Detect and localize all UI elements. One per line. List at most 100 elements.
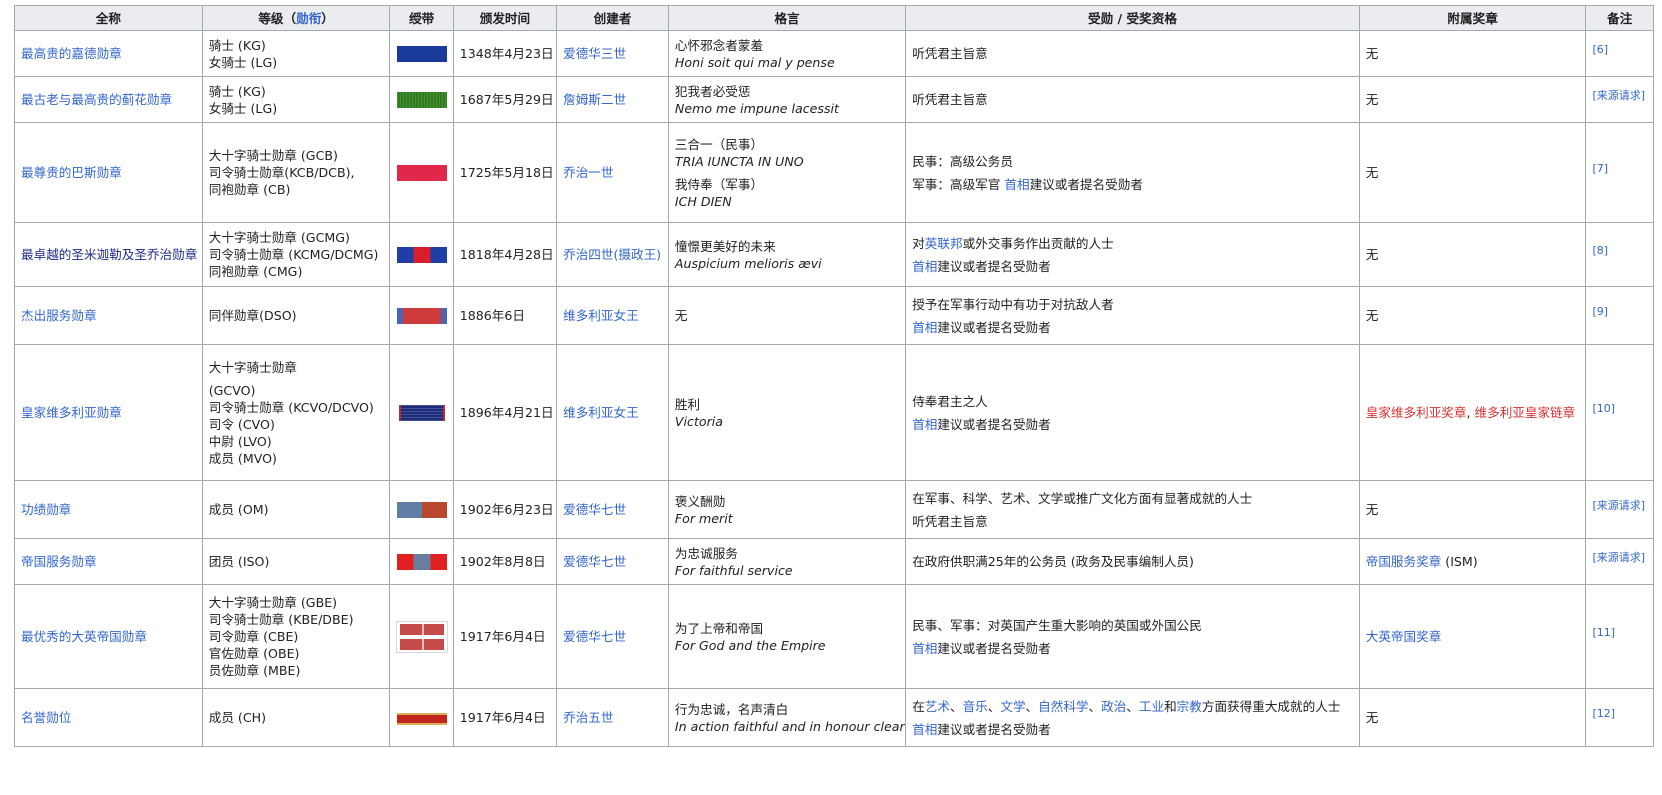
natural-science-link[interactable]: 自然科学 <box>1038 699 1088 714</box>
table-row: 最优秀的大英帝国勋章 大十字骑士勋章 (GBE) 司令骑士勋章 (KBE/DBE… <box>14 584 1654 689</box>
smsg-ribbon-image[interactable] <box>396 247 447 264</box>
eligibility-text: 或外交事务作出贡献的人士 <box>962 235 1114 251</box>
politics-link[interactable]: 政治 <box>1101 699 1126 714</box>
grade-item: 员佐勋章 (MBE) <box>208 663 301 678</box>
reference-note[interactable]: [来源请求] <box>1592 551 1645 564</box>
eligibility-text: 授予在军事行动中有功于对抗敌人者 <box>912 296 1114 312</box>
founder-link[interactable]: 乔治五世 <box>563 710 613 725</box>
prime-minister-link[interactable]: 首相 <box>912 722 937 737</box>
order-name-link[interactable]: 最卓越的圣米迦勒及圣乔治勋章 <box>21 247 197 262</box>
grade-item: 司令勋章 (CBE) <box>208 629 299 644</box>
industry-link[interactable]: 工业 <box>1139 699 1164 714</box>
reference-note[interactable]: [来源请求] <box>1592 89 1645 102</box>
founding-date: 1902年6月23日 <box>452 480 558 539</box>
eligibility-line: 在艺术、音乐、文学、自然科学、政治、工业和宗教方面获得重大成就的人士 <box>912 698 1353 715</box>
thistle-ribbon-image[interactable] <box>396 92 447 109</box>
eligibility-text: 在军事、科学、艺术、文学或推广文化方面有显著成就的人士 <box>912 490 1253 506</box>
reference-note[interactable]: [12] <box>1592 707 1615 720</box>
garter-ribbon-image[interactable] <box>396 46 447 63</box>
eligibility-line: 对英联邦或外交事务作出贡献的人士 <box>912 235 1353 252</box>
motto-chinese: 行为忠诚，名声清白 <box>674 701 789 717</box>
commonwealth-link[interactable]: 英联邦 <box>925 236 963 251</box>
eligibility-line: 首相建议或者提名受勋者 <box>912 319 1353 336</box>
eligibility-text: 民事、军事：对英国产生重大影响的英国或外国公民 <box>912 617 1202 633</box>
awards-separator: , <box>1466 405 1471 420</box>
prime-minister-link[interactable]: 首相 <box>912 320 937 335</box>
order-name-link[interactable]: 帝国服务勋章 <box>21 554 97 569</box>
arts-link[interactable]: 艺术 <box>925 699 950 714</box>
literature-link[interactable]: 文学 <box>1000 699 1025 714</box>
founder-link[interactable]: 爱德华七世 <box>563 502 626 517</box>
dso-ribbon-image[interactable] <box>396 308 447 325</box>
associated-awards: 无 <box>1358 122 1587 223</box>
motto-original: For faithful service <box>674 562 793 578</box>
prime-minister-link[interactable]: 首相 <box>1004 177 1029 192</box>
founder-link[interactable]: 詹姆斯二世 <box>563 92 626 107</box>
eligibility-text: 、 <box>949 698 963 714</box>
eligibility-text: 建议或者提名受勋者 <box>937 640 1051 656</box>
reference-note[interactable]: [11] <box>1592 626 1615 639</box>
prime-minister-link[interactable]: 首相 <box>912 641 937 656</box>
founder-link[interactable]: 乔治一世 <box>563 165 613 180</box>
bath-ribbon-image[interactable] <box>396 165 447 182</box>
associated-awards: 帝国服务奖章 (ISM) <box>1358 538 1587 585</box>
prime-minister-link[interactable]: 首相 <box>912 259 937 274</box>
founder-link[interactable]: 爱德华三世 <box>563 46 626 61</box>
eligibility-text: 和 <box>1164 698 1177 714</box>
eligibility-civil: 民事：高级公务员 <box>912 153 1013 169</box>
founder-link[interactable]: 维多利亚女王 <box>563 308 639 323</box>
order-name-link[interactable]: 最高贵的嘉德勋章 <box>21 46 122 61</box>
om-ribbon-image[interactable] <box>396 502 447 519</box>
order-name-link[interactable]: 名誉勋位 <box>21 710 71 725</box>
reference-note[interactable]: [7] <box>1592 162 1608 175</box>
reference-note[interactable]: [9] <box>1592 305 1608 318</box>
rvo-ribbon-image[interactable] <box>396 405 447 422</box>
eligibility-military: 军事：高级军官 首相建议或者提名受勋者 <box>912 176 1353 193</box>
table-row: 名誉勋位 成员 (CH) 1917年6月4日 乔治五世 行为忠诚，名声清白 In … <box>14 688 1654 747</box>
table-row: 杰出服务勋章 同伴勋章(DSO) 1886年6日 维多利亚女王 无 授予在军事行… <box>14 286 1654 345</box>
header-grade-link[interactable]: 勋衔 <box>296 11 321 26</box>
header-date: 颁发时间 <box>452 5 558 31</box>
grade-item: 大十字骑士勋章 (GCB) <box>208 148 338 163</box>
motto-chinese: 心怀邪念者蒙羞 <box>674 37 764 53</box>
order-name-link[interactable]: 最优秀的大英帝国勋章 <box>21 629 147 644</box>
founding-date: 1725年5月18日 <box>452 122 558 223</box>
order-name-link[interactable]: 最古老与最高贵的蓟花勋章 <box>21 92 172 107</box>
grade-item: 大十字骑士勋章 (GCMG) <box>208 230 350 245</box>
reference-note[interactable]: [10] <box>1592 402 1615 415</box>
founding-date: 1917年6月4日 <box>452 584 558 689</box>
reference-note[interactable]: [8] <box>1592 244 1608 257</box>
eligibility-text: 听凭君主旨意 <box>912 513 988 529</box>
obe-ribbon-image[interactable] <box>396 620 449 653</box>
reference-note[interactable]: [6] <box>1592 43 1608 56</box>
imperial-service-medal-link[interactable]: 帝国服务奖章 <box>1366 554 1442 569</box>
music-link[interactable]: 音乐 <box>963 699 988 714</box>
founder-link[interactable]: 乔治四世(摄政王) <box>563 247 661 262</box>
reference-note[interactable]: [来源请求] <box>1592 499 1645 512</box>
royal-victorian-medal-link[interactable]: 皇家维多利亚奖章 <box>1366 405 1467 420</box>
british-empire-medal-link[interactable]: 大英帝国奖章 <box>1366 629 1442 644</box>
religion-link[interactable]: 宗教 <box>1177 699 1202 714</box>
prime-minister-link[interactable]: 首相 <box>912 417 937 432</box>
order-name-link[interactable]: 功绩勋章 <box>21 502 71 517</box>
table-row: 最古老与最高贵的蓟花勋章 骑士 (KG) 女骑士 (LG) 1687年5月29日 … <box>14 76 1654 123</box>
ch-ribbon-image[interactable] <box>396 712 447 725</box>
eligibility-text: 在 <box>912 698 925 714</box>
grade-item: (GCVO) <box>208 382 256 398</box>
table-row: 功绩勋章 成员 (OM) 1902年6月23日 爱德华七世 褒义酬勋 For me… <box>14 480 1654 539</box>
grade-item: 大十字骑士勋章 <box>208 359 297 375</box>
associated-awards: 无 <box>1358 286 1587 345</box>
grade-item: 司令 (CVO) <box>208 416 275 432</box>
eligibility-text: 建议或者提名受勋者 <box>937 416 1051 432</box>
order-name-link[interactable]: 皇家维多利亚勋章 <box>21 405 122 420</box>
royal-victorian-chain-link[interactable]: 维多利亚皇家链章 <box>1475 405 1576 420</box>
iso-ribbon-image[interactable] <box>396 554 447 571</box>
founder-link[interactable]: 维多利亚女王 <box>563 405 639 420</box>
founder-link[interactable]: 爱德华七世 <box>563 629 626 644</box>
grade-item: 成员 (CH) <box>208 710 267 725</box>
eligibility-text: 、 <box>987 698 1001 714</box>
order-name-link[interactable]: 最尊贵的巴斯勋章 <box>21 165 122 180</box>
founder-link[interactable]: 爱德华七世 <box>563 554 626 569</box>
order-name-link[interactable]: 杰出服务勋章 <box>21 308 97 323</box>
grade-item: 司令骑士勋章 (KCMG/DCMG) <box>208 247 379 262</box>
